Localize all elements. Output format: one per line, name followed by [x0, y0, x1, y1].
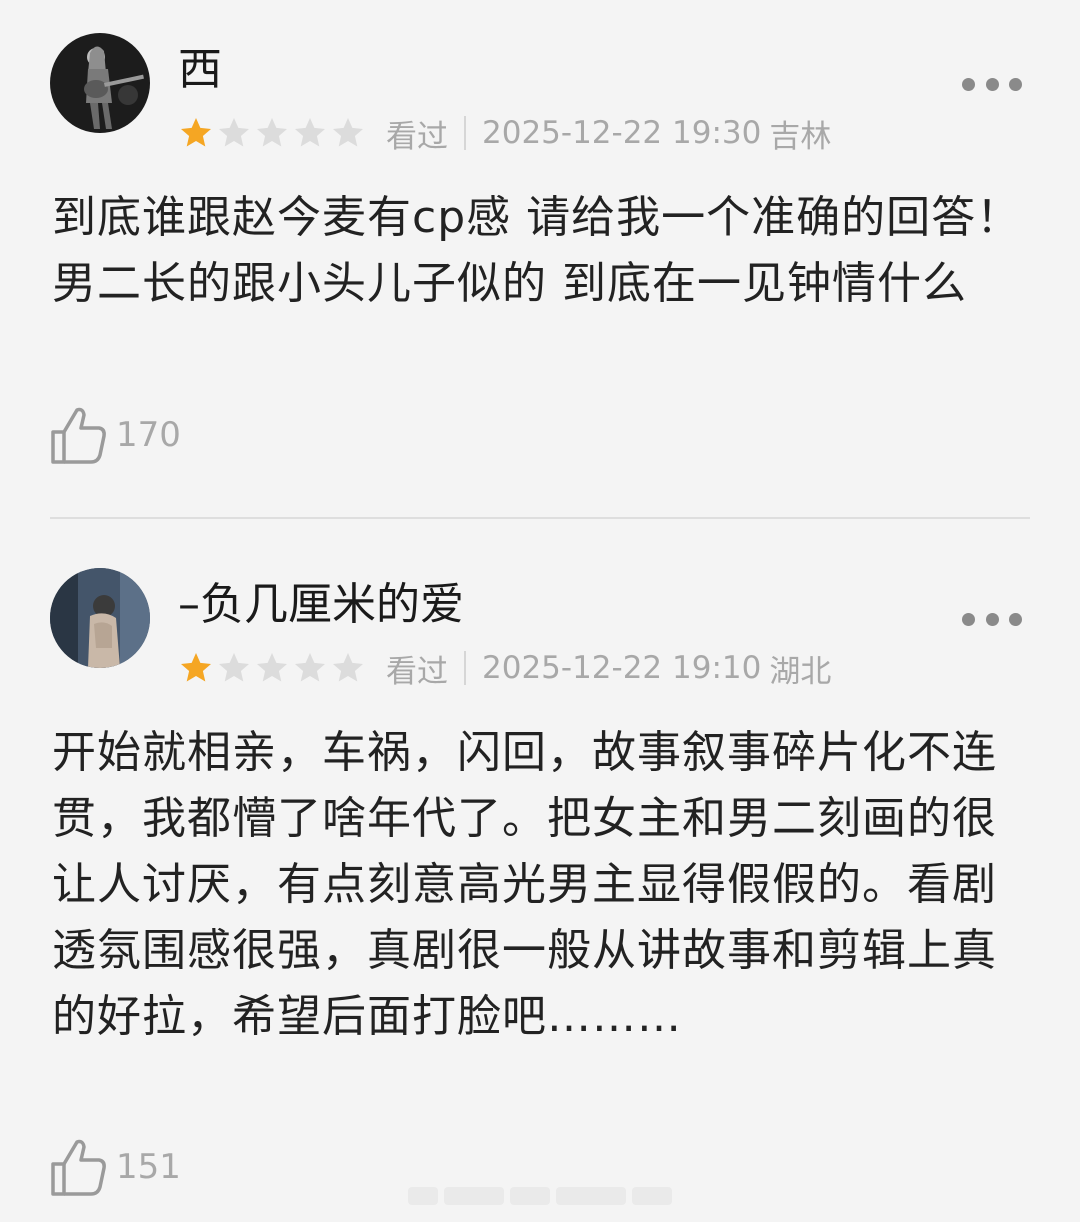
review-separator [50, 517, 1030, 519]
star-icon [333, 653, 363, 682]
like-count: 151 [116, 1147, 181, 1187]
star-icon [295, 653, 325, 682]
meta-divider [464, 651, 466, 685]
star-icon [257, 653, 287, 682]
review-meta: 看过 2025-12-22 19:30 吉林 [178, 111, 831, 155]
username[interactable]: –负几厘米的爱 [178, 583, 464, 627]
avatar[interactable] [50, 568, 150, 668]
review-meta: 看过 2025-12-22 19:10 湖北 [178, 646, 831, 690]
like-count: 170 [116, 415, 181, 455]
review-text: 到底谁跟赵今麦有cp感 请给我一个准确的回答！男二长的跟小头儿子似的 到底在一见… [52, 192, 1022, 309]
more-dots-icon [962, 612, 975, 626]
meta-divider [464, 116, 466, 150]
rating-stars [178, 650, 366, 686]
username[interactable]: 西 [178, 48, 222, 92]
star-icon [219, 653, 249, 682]
review-datetime: 2025-12-22 19:10 [482, 650, 762, 686]
review-datetime: 2025-12-22 19:30 [482, 115, 762, 151]
watch-status: 看过 [386, 118, 448, 155]
avatar[interactable] [50, 33, 150, 133]
star-icon [333, 118, 363, 147]
more-dots-icon [962, 77, 975, 91]
star-icon [257, 118, 287, 147]
review-location: 吉林 [769, 118, 832, 155]
more-options-button[interactable] [962, 72, 1022, 96]
thumbs-up-icon [51, 407, 106, 464]
star-icon [295, 118, 325, 147]
thumbs-up-icon [51, 1139, 106, 1196]
rating-stars [178, 115, 366, 151]
review-text: 开始就相亲，车祸，闪回，故事叙事碎片化不连贯，我都懵了啥年代了。把女主和男二刻画… [52, 727, 997, 1042]
review-location: 湖北 [769, 653, 832, 690]
watch-status: 看过 [386, 653, 448, 690]
star-icon [219, 118, 249, 147]
like-button[interactable]: 151 [50, 1135, 181, 1199]
watermark [408, 1183, 678, 1209]
like-button[interactable]: 170 [50, 403, 181, 467]
star-icon [181, 118, 211, 147]
more-options-button[interactable] [962, 607, 1022, 631]
star-icon [181, 653, 211, 682]
